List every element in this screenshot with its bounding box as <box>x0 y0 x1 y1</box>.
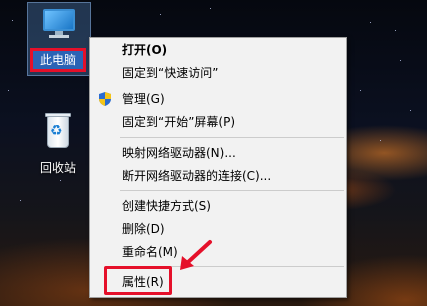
menu-item-pin-quick-access[interactable]: 固定到“快速访问” <box>90 62 346 84</box>
properties-highlight-box <box>104 266 172 295</box>
menu-separator <box>120 190 344 191</box>
red-arrow-icon <box>180 240 212 270</box>
menu-item-manage[interactable]: 管理(G) <box>90 88 346 110</box>
menu-item-disconnect-network-drive[interactable]: 断开网络驱动器的连接(C)... <box>90 165 346 187</box>
menu-item-map-network-drive[interactable]: 映射网络驱动器(N)... <box>90 142 346 164</box>
menu-item-create-shortcut[interactable]: 创建快捷方式(S) <box>90 195 346 217</box>
menu-item-delete[interactable]: 删除(D) <box>90 218 346 240</box>
computer-icon <box>39 7 79 43</box>
recycle-bin[interactable]: ♻ 回收站 <box>26 110 90 177</box>
recycle-bin-label: 回收站 <box>39 161 76 175</box>
recycle-bin-icon: ♻ <box>41 110 75 152</box>
shield-icon <box>99 92 111 106</box>
menu-item-pin-start[interactable]: 固定到“开始”屏幕(P) <box>90 111 346 133</box>
menu-item-open[interactable]: 打开(O) <box>90 39 346 61</box>
menu-separator <box>120 137 344 138</box>
this-pc-label: 此电脑 <box>30 48 86 72</box>
menu-item-rename[interactable]: 重命名(M) <box>90 241 346 263</box>
context-menu: 打开(O) 固定到“快速访问” 管理(G) 固定到“开始”屏幕(P) 映射网络驱… <box>89 37 347 298</box>
